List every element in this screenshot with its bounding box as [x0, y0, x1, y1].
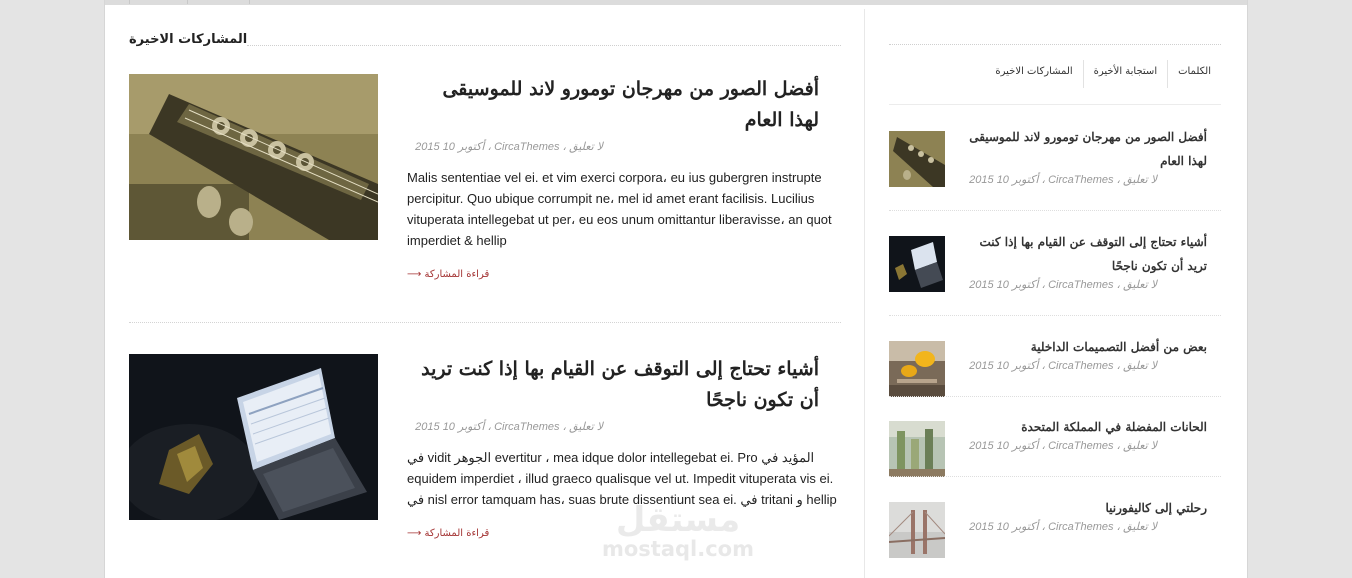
- bottles-thumb-image: [889, 421, 945, 477]
- sidebar-post-text: الحانات المفضلة في المملكة المتحدة لا تع…: [961, 415, 1211, 452]
- sidebar-separator: [889, 476, 1221, 477]
- post-body: أفضل الصور من مهرجان تومورو لاند للموسيق…: [407, 74, 841, 281]
- top-nav-divider: [187, 0, 188, 4]
- section-title-rule: [247, 45, 841, 46]
- post-meta: لا تعليق ، CircaThemes ، أكتوبر 10 2015: [415, 421, 603, 433]
- post-title[interactable]: أفضل الصور من مهرجان تومورو لاند للموسيق…: [407, 74, 819, 136]
- sidebar-post-text: بعض من أفضل التصميمات الداخلية لا تعليق …: [961, 335, 1211, 372]
- top-nav-divider: [129, 0, 130, 4]
- sidebar-thumbnail[interactable]: [889, 502, 945, 558]
- sidebar-post-text: رحلتي إلى كاليفورنيا لا تعليق ، CircaThe…: [961, 496, 1211, 533]
- laptop-image: [129, 354, 378, 520]
- sidebar-post-text: أشياء تحتاج إلى التوقف عن القيام بها إذا…: [961, 230, 1211, 291]
- sidebar-thumbnail[interactable]: [889, 131, 945, 187]
- sidebar-post-meta: لا تعليق ، CircaThemes ، أكتوبر 10 2015: [969, 440, 1157, 452]
- sidebar-top-rule: [889, 44, 1221, 45]
- sidebar-thumbnail[interactable]: [889, 341, 945, 397]
- watermark-arabic: مستقل: [615, 500, 741, 540]
- page-container: المشاركات الاخيرة أفضل الصور من مهرجان ت…: [104, 0, 1248, 578]
- sidebar-separator: [889, 315, 1221, 316]
- sidebar-separator: [889, 210, 1221, 211]
- post-thumbnail-guitar[interactable]: [129, 74, 378, 240]
- read-more-link[interactable]: قراءة المشاركة ⟶: [407, 528, 489, 539]
- tabs-underline: [889, 104, 1221, 105]
- post-meta: لا تعليق ، CircaThemes ، أكتوبر 10 2015: [415, 141, 603, 153]
- tab-tags[interactable]: الكلمات: [1167, 60, 1221, 88]
- guitar-image: [129, 74, 378, 240]
- sidebar-thumbnail[interactable]: [889, 236, 945, 292]
- sidebar-post-meta: لا تعليق ، CircaThemes ، أكتوبر 10 2015: [969, 174, 1157, 186]
- sidebar-post-meta: لا تعليق ، CircaThemes ، أكتوبر 10 2015: [969, 521, 1157, 533]
- sidebar-separator: [889, 396, 1221, 397]
- watermark-latin: mostaql.com: [602, 537, 754, 561]
- section-title: المشاركات الاخيرة: [129, 32, 248, 47]
- sidebar-post-title[interactable]: بعض من أفضل التصميمات الداخلية: [961, 335, 1207, 359]
- top-bar: [105, 0, 1247, 5]
- sidebar-post-title[interactable]: الحانات المفضلة في المملكة المتحدة: [961, 415, 1207, 439]
- post-separator: [129, 322, 841, 323]
- read-more-link[interactable]: قراءة المشاركة ⟶: [407, 269, 489, 280]
- sidebar-post-text: أفضل الصور من مهرجان تومورو لاند للموسيق…: [961, 125, 1211, 186]
- guitar-thumb-image: [889, 131, 945, 187]
- chairs-thumb-image: [889, 341, 945, 397]
- sidebar-post-meta: لا تعليق ، CircaThemes ، أكتوبر 10 2015: [969, 360, 1157, 372]
- post-title[interactable]: أشياء تحتاج إلى التوقف عن القيام بها إذا…: [407, 354, 819, 416]
- sidebar-post-title[interactable]: رحلتي إلى كاليفورنيا: [961, 496, 1207, 520]
- laptop-thumb-image: [889, 236, 945, 292]
- sidebar-post-meta: لا تعليق ، CircaThemes ، أكتوبر 10 2015: [969, 279, 1157, 291]
- post-thumbnail-laptop[interactable]: [129, 354, 378, 520]
- post-excerpt: Malis sententiae vel ei. et vim exerci c…: [407, 170, 832, 248]
- sidebar-tabs: المشاركات الاخيرة استجابة الأخيرة الكلما…: [985, 60, 1221, 88]
- sidebar-post-title[interactable]: أفضل الصور من مهرجان تومورو لاند للموسيق…: [961, 125, 1207, 173]
- sidebar-thumbnail[interactable]: [889, 421, 945, 477]
- top-nav-divider: [249, 0, 250, 4]
- tab-recent-comments[interactable]: استجابة الأخيرة: [1082, 60, 1167, 88]
- column-divider: [864, 9, 865, 578]
- mostaql-watermark: مستقل mostaql.com: [598, 502, 758, 560]
- bridge-thumb-image: [889, 502, 945, 558]
- tab-recent-posts[interactable]: المشاركات الاخيرة: [985, 60, 1082, 88]
- sidebar-post-title[interactable]: أشياء تحتاج إلى التوقف عن القيام بها إذا…: [961, 230, 1207, 278]
